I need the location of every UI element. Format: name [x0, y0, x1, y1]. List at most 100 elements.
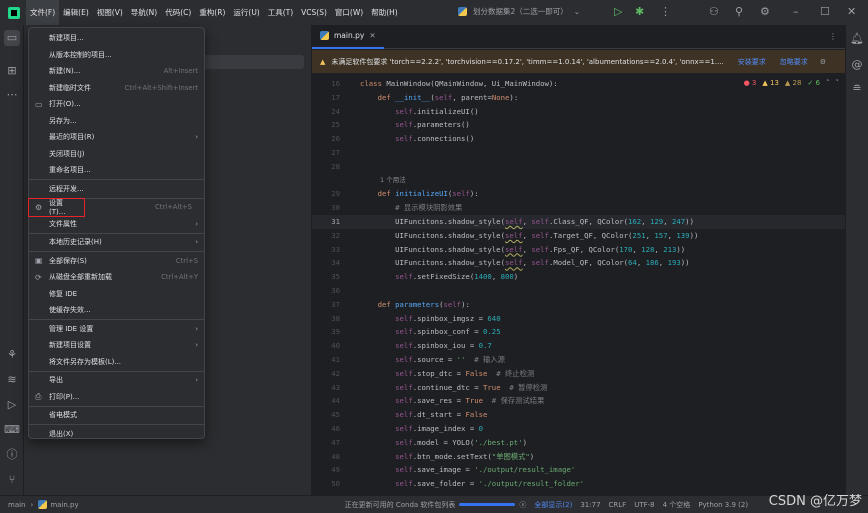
code-area[interactable]: 16 class MainWindow(QMainWindow, Ui_MainW… — [312, 77, 845, 491]
code-line[interactable]: 34 UIFuncitons.shadow_style(self, self .M… — [312, 256, 845, 270]
file-menu-item[interactable]: 另存为... — [29, 113, 204, 130]
code-line[interactable]: 27 — [312, 146, 845, 160]
code-line[interactable]: 28 — [312, 160, 845, 174]
python-packages-icon[interactable]: ⚘ — [4, 347, 20, 363]
file-menu-item[interactable]: 文件属性 › — [29, 216, 204, 233]
file-menu-item[interactable]: ⚙ 设置(T)... Ctrl+Alt+S — [28, 198, 192, 217]
menu-9[interactable]: 窗口(W) — [331, 0, 367, 25]
structure-icon[interactable]: ⊞ — [4, 63, 20, 79]
code-line[interactable]: 38 self .spinbox_imgsz = 640 — [312, 312, 845, 326]
database-icon[interactable]: ≘ — [849, 81, 865, 97]
menu-8[interactable]: VCS(S) — [297, 0, 331, 25]
file-menu-item[interactable]: 使缓存失效... — [29, 302, 204, 319]
file-menu-item[interactable]: 关闭项目(J) — [29, 146, 204, 163]
menu-2[interactable]: 视图(V) — [93, 0, 127, 25]
code-line[interactable]: 31 UIFuncitons.shadow_style(self, self .C… — [312, 214, 845, 229]
code-line[interactable]: 37 def parameters(self): — [312, 298, 845, 312]
cancel-task-icon[interactable]: ⓧ — [519, 500, 526, 510]
menu-6[interactable]: 运行(U) — [229, 0, 263, 25]
file-menu-item[interactable]: 重命名项目... — [29, 162, 204, 179]
file-menu-item[interactable]: 新建项目... — [29, 30, 204, 47]
file-menu-item[interactable]: 退出(X) — [29, 426, 204, 443]
file-menu-item[interactable]: 从版本控制的项目... — [29, 47, 204, 64]
code-line[interactable]: 45 self .dt_start = False — [312, 408, 845, 422]
code-line[interactable]: 42 self .stop_dtc = False # 终止检测 — [312, 367, 845, 381]
run-config-selector[interactable]: 划分数据集2（二选一即可） ⌄ — [458, 6, 580, 17]
code-line[interactable]: 17 def __init__(self, parent= None): — [312, 91, 845, 105]
selected-tree-item[interactable] — [204, 55, 304, 69]
code-line[interactable]: 35 self .setFixedSize(1400, 800) — [312, 270, 845, 284]
file-menu-item[interactable]: 远程开发... — [29, 181, 204, 198]
caret-position[interactable]: 31:77 — [580, 501, 600, 509]
code-line[interactable]: 43 self .continue_dtc = True # 暂停检测 — [312, 381, 845, 395]
show-all-tasks-link[interactable]: 全部显示(2) — [534, 500, 572, 510]
code-line[interactable]: 30 # 显示模块阴影效果 — [312, 201, 845, 215]
minimize-icon[interactable]: – — [793, 5, 799, 18]
problems-icon[interactable]: ⓘ — [4, 447, 20, 463]
run-icon[interactable]: ▷ — [614, 5, 622, 18]
install-requirements-link[interactable]: 安装要求 — [738, 57, 766, 67]
code-line[interactable]: 24 self .initializeUI() — [312, 105, 845, 119]
tab-options-icon[interactable]: ⋮ — [829, 32, 837, 41]
project-folder-icon[interactable]: ▭ — [4, 30, 20, 46]
menu-0[interactable]: 文件(F) — [26, 0, 60, 25]
ai-assistant-icon[interactable]: @ — [849, 57, 865, 73]
banner-settings-icon[interactable]: ⚙ — [820, 58, 826, 66]
file-menu-item[interactable]: 本地历史记录(H) › — [29, 234, 204, 251]
usage-hint[interactable]: 1 个用法 — [360, 174, 406, 188]
breadcrumb-branch[interactable]: main — [8, 501, 26, 509]
more-tools-icon[interactable]: ⋯ — [4, 87, 20, 103]
code-line[interactable]: 47 self .model = YOLO('./best.pt') — [312, 436, 845, 450]
file-menu-item[interactable]: ▭ 打开(O)... — [29, 96, 204, 113]
file-menu-item[interactable]: 导出 › — [29, 372, 204, 389]
menu-3[interactable]: 导航(N) — [127, 0, 161, 25]
editor[interactable]: main.py ✕ ⋮ ▲ 未满足软件包要求 'torch==2.2.2', '… — [312, 25, 845, 495]
file-menu-item[interactable]: 新建临时文件 Ctrl+Alt+Shift+Insert — [29, 80, 204, 97]
code-line[interactable]: 33 UIFuncitons.shadow_style(self, self .F… — [312, 243, 845, 257]
file-menu-item[interactable]: ⟳ 从磁盘全部重新加载 Ctrl+Alt+Y — [29, 269, 204, 286]
code-line[interactable]: 16 class MainWindow(QMainWindow, Ui_MainW… — [312, 77, 845, 91]
code-line[interactable]: 32 UIFuncitons.shadow_style(self, self .T… — [312, 229, 845, 243]
ignore-requirements-link[interactable]: 忽略要求 — [780, 57, 808, 67]
code-line[interactable]: 46 self .image_index = 0 — [312, 422, 845, 436]
code-line[interactable]: 29 def initializeUI(self): — [312, 187, 845, 201]
file-menu-item[interactable]: 管理 IDE 设置 › — [29, 321, 204, 338]
menu-7[interactable]: 工具(T) — [264, 0, 297, 25]
layers-icon[interactable]: ≋ — [4, 372, 20, 388]
run-console-icon[interactable]: ▷ — [4, 397, 20, 413]
code-line[interactable]: 26 self .connections() — [312, 132, 845, 146]
code-line[interactable]: 44 self .save_res = True # 保存测试结果 — [312, 394, 845, 408]
maximize-icon[interactable]: ☐ — [820, 5, 830, 18]
file-menu-item[interactable]: 新建项目设置 › — [29, 337, 204, 354]
debug-icon[interactable]: ✱ — [635, 5, 644, 18]
code-line[interactable]: 39 self .spinbox_conf = 0.25 — [312, 325, 845, 339]
notifications-icon[interactable]: 🔔︎ — [849, 31, 865, 47]
close-icon[interactable]: ✕ — [847, 5, 856, 18]
menu-1[interactable]: 编辑(E) — [59, 0, 93, 25]
gear-icon[interactable]: ⚙ — [760, 5, 770, 18]
file-menu-item[interactable]: 修复 IDE — [29, 286, 204, 303]
code-line[interactable]: 48 self .btn_mode.setText("单图模式") — [312, 450, 845, 464]
code-line[interactable]: 49 self .save_image = './output/result_im… — [312, 463, 845, 477]
close-tab-icon[interactable]: ✕ — [369, 31, 375, 40]
file-menu-item[interactable]: 新建(N)... Alt+Insert — [29, 63, 204, 80]
indent-setting[interactable]: 4 个空格 — [663, 500, 691, 510]
code-line[interactable]: 41 self .source = '' # 输入源 — [312, 353, 845, 367]
menu-5[interactable]: 重构(R) — [195, 0, 229, 25]
code-line[interactable]: 36 — [312, 284, 845, 298]
file-menu-item[interactable]: 省电模式 — [29, 407, 204, 424]
search-icon[interactable]: ⚲ — [735, 5, 743, 18]
file-menu-item[interactable]: ⎙ 打印(P)... — [29, 389, 204, 406]
code-line[interactable]: 1 个用法 — [312, 174, 845, 188]
vcs-icon[interactable]: ⑂ — [4, 472, 20, 488]
breadcrumb-file[interactable]: main.py — [50, 501, 78, 509]
terminal-icon[interactable]: ⌨ — [4, 422, 20, 438]
file-encoding[interactable]: UTF-8 — [634, 501, 654, 509]
menu-10[interactable]: 帮助(H) — [367, 0, 402, 25]
more-icon[interactable]: ⋮ — [660, 5, 671, 18]
tab-main-py[interactable]: main.py ✕ — [312, 25, 384, 49]
menu-4[interactable]: 代码(C) — [161, 0, 195, 25]
file-menu-item[interactable]: ▣ 全部保存(S) Ctrl+S — [29, 253, 204, 270]
file-menu-item[interactable]: 将文件另存为模板(L)... — [29, 354, 204, 371]
code-line[interactable]: 25 self .parameters() — [312, 118, 845, 132]
